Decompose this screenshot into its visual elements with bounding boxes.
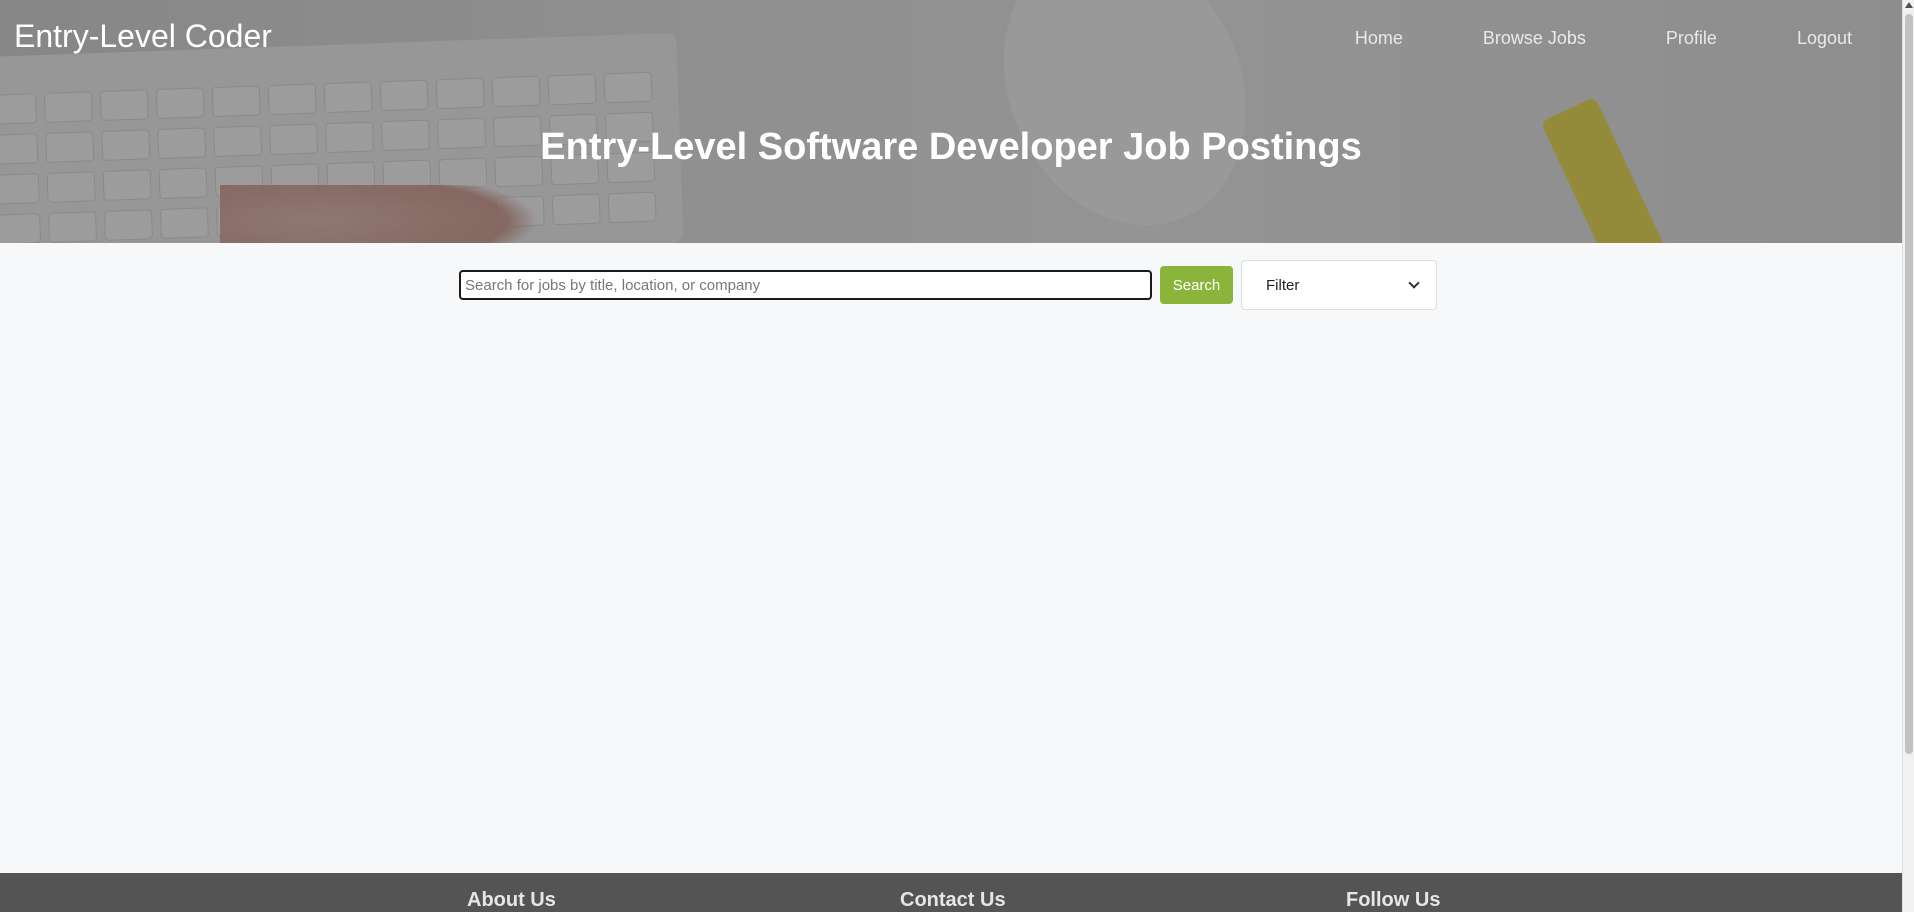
nav-link-profile[interactable]: Profile (1666, 28, 1717, 49)
footer-about-us[interactable]: About Us (467, 889, 556, 912)
chevron-down-icon (1408, 277, 1420, 289)
nav-link-browse-jobs[interactable]: Browse Jobs (1483, 28, 1586, 49)
search-button[interactable]: Search (1160, 266, 1233, 304)
site-brand[interactable]: Entry-Level Coder (14, 18, 272, 55)
search-bar: Search Filter (459, 260, 1437, 310)
hero-header: Entry-Level Coder Home Browse Jobs Profi… (0, 0, 1902, 243)
page-title: Entry-Level Software Developer Job Posti… (540, 126, 1362, 168)
search-input[interactable] (459, 270, 1152, 300)
footer-contact-us[interactable]: Contact Us (900, 889, 1006, 912)
filter-dropdown[interactable]: Filter (1241, 260, 1437, 310)
main-nav: Home Browse Jobs Profile Logout (1355, 28, 1852, 49)
filter-selected-label: Filter (1266, 276, 1300, 294)
nav-link-logout[interactable]: Logout (1797, 28, 1852, 49)
footer: About Us Contact Us Follow Us (0, 873, 1902, 912)
scroll-up-arrow-icon[interactable] (1905, 2, 1913, 8)
footer-follow-us[interactable]: Follow Us (1346, 889, 1440, 912)
page: Entry-Level Coder Home Browse Jobs Profi… (0, 0, 1914, 912)
nav-link-home[interactable]: Home (1355, 28, 1403, 49)
vertical-scrollbar[interactable] (1902, 0, 1914, 912)
scrollbar-thumb[interactable] (1905, 14, 1913, 754)
